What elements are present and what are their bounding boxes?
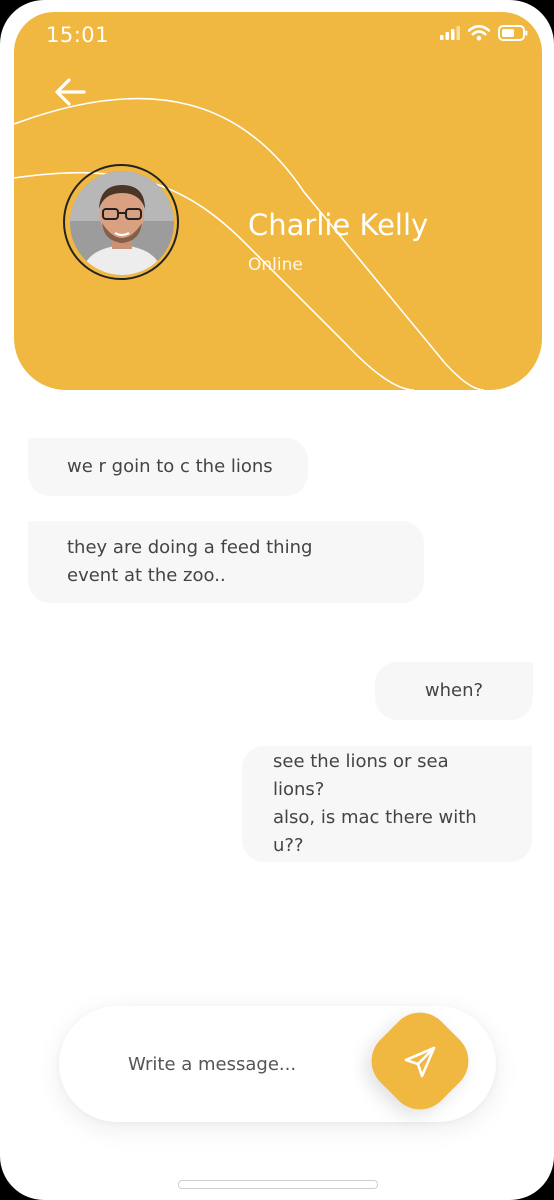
- battery-icon: [498, 25, 528, 41]
- arrow-left-icon[interactable]: [50, 72, 90, 112]
- message-incoming: they are doing a feed thing event at the…: [28, 521, 424, 603]
- contact-name: Charlie Kelly: [248, 208, 429, 242]
- status-time: 15:01: [46, 23, 110, 47]
- wifi-icon: [468, 25, 490, 41]
- avatar[interactable]: [70, 171, 174, 275]
- message-outgoing: see the lions or sea lions? also, is mac…: [242, 746, 532, 862]
- message-input[interactable]: [128, 1050, 348, 1078]
- status-icons: [440, 25, 528, 41]
- send-icon: [404, 1046, 436, 1078]
- message-incoming: we r goin to c the lions: [28, 438, 308, 496]
- home-indicator[interactable]: [178, 1180, 378, 1189]
- signal-icon: [440, 26, 460, 40]
- contact-status: Online: [248, 255, 303, 275]
- message-outgoing: when?: [375, 662, 533, 720]
- phone-screen: 15:01 Charlie Kelly Online we r goin to …: [0, 0, 554, 1200]
